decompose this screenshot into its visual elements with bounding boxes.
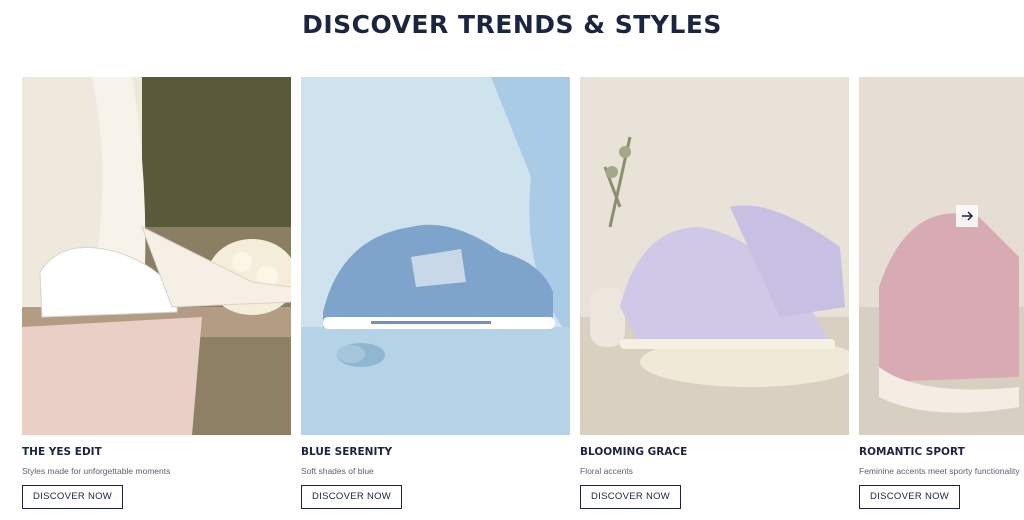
card-subtitle: Soft shades of blue <box>301 466 374 476</box>
card-title: THE YES EDIT <box>22 446 102 458</box>
card-title: ROMANTIC SPORT <box>859 446 965 458</box>
card-subtitle: Styles made for unforgettable moments <box>22 466 171 476</box>
card-image[interactable] <box>859 77 1024 435</box>
card-title: BLUE SERENITY <box>301 446 393 458</box>
arrow-right-icon <box>962 211 974 221</box>
card-subtitle: Feminine accents meet sporty functionali… <box>859 466 1020 476</box>
card-image[interactable] <box>301 77 570 435</box>
discover-now-button[interactable]: DISCOVER NOW <box>22 485 124 509</box>
card-subtitle: Floral accents <box>580 466 633 476</box>
discover-now-button[interactable]: DISCOVER NOW <box>859 485 961 509</box>
card-title: BLOOMING GRACE <box>580 446 688 458</box>
card-blooming-grace: BLOOMING GRACE Floral accents DISCOVER N… <box>580 77 849 509</box>
trends-carousel[interactable]: THE YES EDIT Styles made for unforgettab… <box>22 77 1024 520</box>
card-the-yes-edit: THE YES EDIT Styles made for unforgettab… <box>22 77 291 509</box>
discover-now-button[interactable]: DISCOVER NOW <box>580 485 682 509</box>
card-romantic-sport: ROMANTIC SPORT Feminine accents meet spo… <box>859 77 1024 509</box>
section-title: DISCOVER TRENDS & STYLES <box>302 10 722 39</box>
carousel-next-button[interactable] <box>956 205 978 227</box>
card-image[interactable] <box>580 77 849 435</box>
discover-now-button[interactable]: DISCOVER NOW <box>301 485 403 509</box>
card-blue-serenity: BLUE SERENITY Soft shades of blue DISCOV… <box>301 77 570 509</box>
card-image[interactable] <box>22 77 291 435</box>
